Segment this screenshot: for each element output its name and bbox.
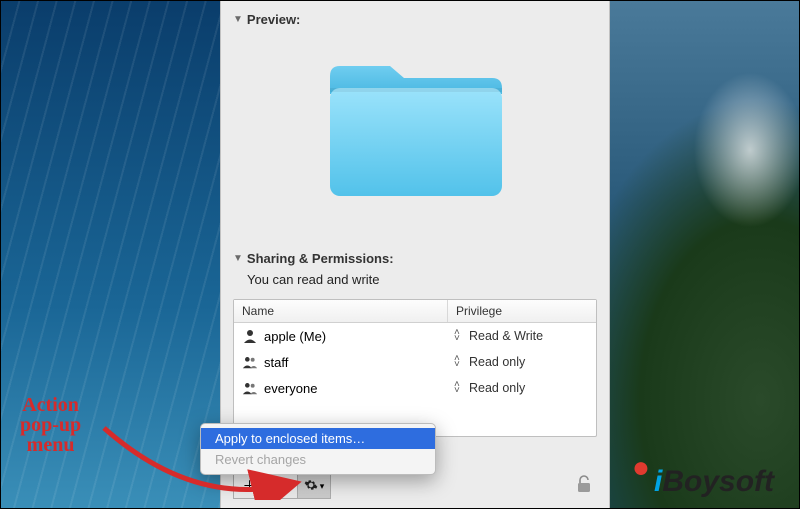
column-header-privilege[interactable]: Privilege [448, 300, 596, 322]
table-row[interactable]: apple (Me) ˄˅ Read & Write [234, 323, 596, 349]
row-name: everyone [264, 381, 317, 396]
section-preview-header[interactable]: ▼ Preview: [233, 6, 597, 27]
row-privilege: Read only [469, 355, 525, 369]
section-sharing: ▼ Sharing & Permissions: You can read an… [221, 239, 609, 299]
row-privilege: Read & Write [469, 329, 543, 343]
folder-icon [322, 56, 508, 206]
row-name: staff [264, 355, 288, 370]
chevron-down-icon: ▾ [320, 481, 325, 492]
table-row[interactable]: everyone ˄˅ Read only [234, 375, 596, 401]
table-row[interactable]: staff ˄˅ Read only [234, 349, 596, 375]
table-header: Name Privilege [234, 300, 596, 323]
row-privilege: Read only [469, 381, 525, 395]
user-single-icon [242, 328, 258, 344]
section-sharing-header[interactable]: ▼ Sharing & Permissions: [233, 245, 597, 266]
row-name: apple (Me) [264, 329, 326, 344]
stepper-icon[interactable]: ˄˅ [454, 382, 464, 394]
user-group-icon [242, 354, 258, 370]
disclosure-triangle-icon: ▼ [233, 253, 243, 264]
permissions-description: You can read and write [233, 266, 597, 295]
desktop-wallpaper-right [610, 0, 800, 509]
column-header-name[interactable]: Name [234, 300, 448, 322]
stepper-icon[interactable]: ˄˅ [454, 356, 464, 368]
lock-icon[interactable] [575, 474, 593, 497]
annotation-label: Action pop-up menu [20, 395, 81, 455]
watermark-logo: ●iBoysoft [636, 465, 774, 499]
disclosure-triangle-icon: ▼ [233, 14, 243, 25]
dot-icon: ● [632, 451, 650, 485]
section-sharing-label: Sharing & Permissions: [247, 251, 394, 266]
section-preview-label: Preview: [247, 12, 300, 27]
user-group-icon [242, 380, 258, 396]
stepper-icon[interactable]: ˄˅ [454, 330, 464, 342]
annotation-arrow-icon [96, 410, 306, 500]
preview-body [233, 27, 597, 235]
section-preview: ▼ Preview: [221, 0, 609, 239]
